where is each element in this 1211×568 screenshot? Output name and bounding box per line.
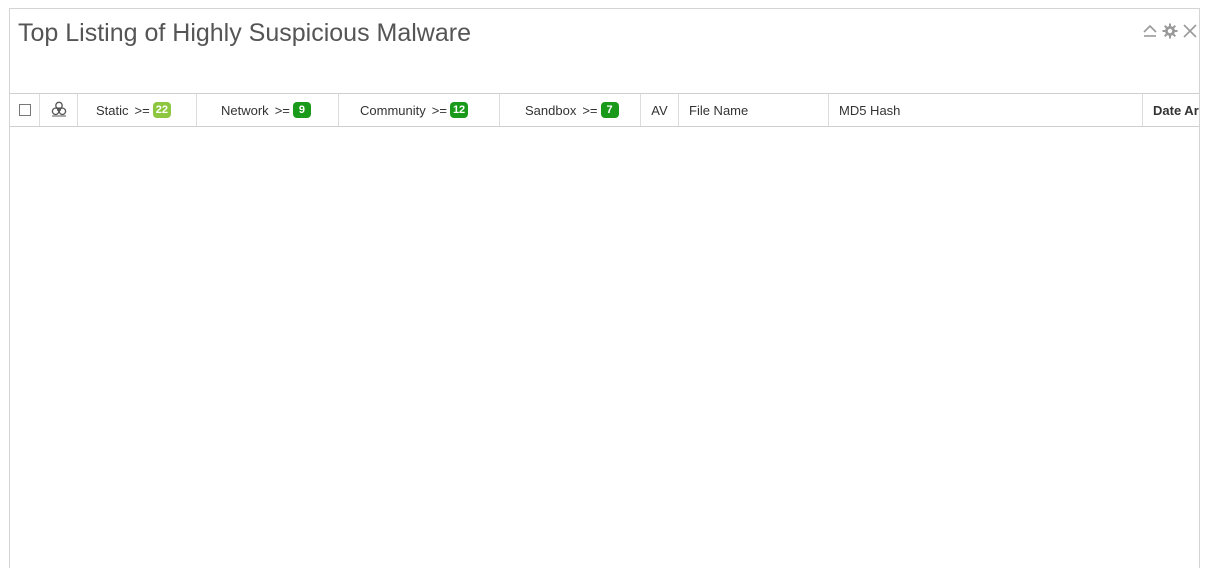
community-label: Community bbox=[360, 102, 426, 118]
settings-button[interactable] bbox=[1161, 23, 1179, 43]
static-column-header[interactable]: Static >= 22 bbox=[78, 94, 197, 126]
community-column-header[interactable]: Community >= 12 bbox=[339, 94, 500, 126]
av-label: AV bbox=[651, 102, 668, 118]
community-operator: >= bbox=[431, 102, 447, 118]
sandbox-operator: >= bbox=[582, 102, 598, 118]
md5-hash-label: MD5 Hash bbox=[839, 102, 901, 118]
file-name-label: File Name bbox=[689, 102, 749, 118]
sandbox-column-header[interactable]: Sandbox >= 7 bbox=[500, 94, 641, 126]
sandbox-threshold-badge: 7 bbox=[600, 102, 619, 118]
close-button[interactable] bbox=[1181, 23, 1199, 43]
collapse-button[interactable] bbox=[1141, 23, 1159, 43]
select-all-column bbox=[10, 94, 40, 126]
sandbox-label: Sandbox bbox=[525, 102, 577, 118]
biohazard-icon bbox=[50, 100, 68, 121]
network-column-header[interactable]: Network >= 9 bbox=[197, 94, 339, 126]
gear-icon bbox=[1162, 23, 1178, 44]
av-column-header[interactable]: AV bbox=[641, 94, 679, 126]
community-threshold-badge: 12 bbox=[449, 102, 469, 118]
malware-listing-panel: Top Listing of Highly Suspicious Malware bbox=[9, 8, 1200, 568]
grid-body bbox=[10, 127, 1199, 568]
panel-title: Top Listing of Highly Suspicious Malware bbox=[18, 19, 471, 47]
network-operator: >= bbox=[274, 102, 290, 118]
panel-controls bbox=[1141, 23, 1199, 43]
md5-hash-column-header[interactable]: MD5 Hash bbox=[829, 94, 1143, 126]
static-threshold-badge: 22 bbox=[152, 102, 171, 118]
network-label: Network bbox=[221, 102, 269, 118]
static-label: Static bbox=[96, 102, 129, 118]
date-arrived-label: Date Arc bbox=[1153, 102, 1199, 118]
grid-header: Static >= 22 Network >= 9 Community >= 1… bbox=[10, 93, 1199, 127]
chevron-up-icon bbox=[1141, 23, 1159, 44]
date-arrived-column-header[interactable]: Date Arc bbox=[1143, 94, 1199, 126]
biohazard-column-header[interactable] bbox=[40, 94, 78, 126]
select-all-checkbox[interactable] bbox=[18, 104, 31, 116]
static-operator: >= bbox=[134, 102, 150, 118]
close-icon bbox=[1182, 23, 1198, 44]
file-name-column-header[interactable]: File Name bbox=[679, 94, 829, 126]
network-threshold-badge: 9 bbox=[292, 102, 311, 118]
